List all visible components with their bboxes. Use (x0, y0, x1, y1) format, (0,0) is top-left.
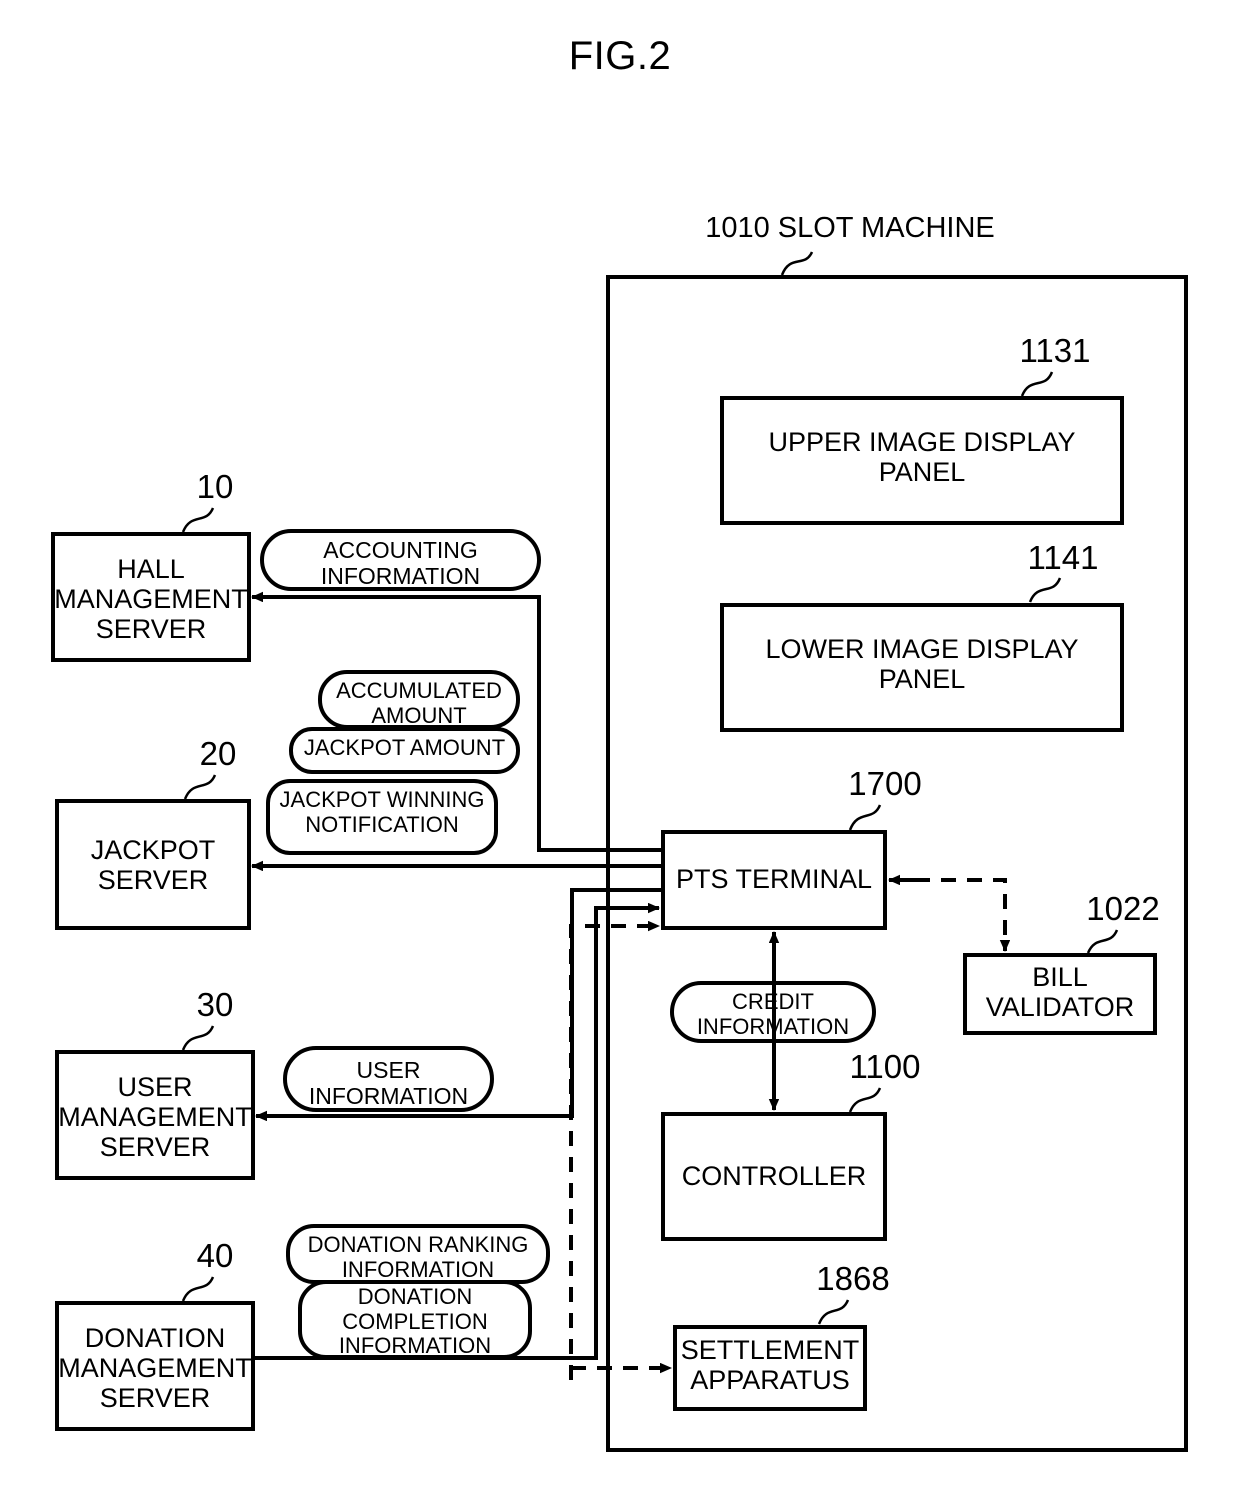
leader-slot-machine (780, 251, 814, 276)
pts-terminal-box (661, 830, 887, 930)
flow-settlement-to-pts (569, 920, 660, 1380)
controller-box (661, 1112, 887, 1241)
leader-10 (181, 507, 215, 533)
hall-management-server-box (51, 532, 251, 662)
leader-1868 (817, 1299, 850, 1325)
leader-30 (181, 1025, 215, 1051)
leader-1022 (1086, 929, 1119, 954)
user-information-pill (283, 1046, 494, 1112)
jackpot-winning-notification-pill (266, 779, 498, 855)
diagram-canvas (51, 251, 1188, 1452)
donation-completion-information-pill (298, 1280, 532, 1359)
leader-1131 (1020, 371, 1054, 397)
bill-validator-box (963, 953, 1157, 1035)
slot-machine-enclosure (606, 275, 1188, 1452)
donation-ranking-information-pill (286, 1224, 550, 1284)
accounting-information-pill (260, 529, 541, 591)
patent-figure: FIG.2 1010 SLOT MACHINE UPPER IMAGE DISP… (0, 0, 1240, 1510)
leader-1100 (848, 1087, 882, 1113)
user-management-server-box (55, 1050, 255, 1180)
jackpot-server-box (55, 799, 251, 930)
leader-20 (183, 774, 217, 800)
lower-image-display-panel-box (720, 603, 1124, 732)
leader-1700 (848, 804, 882, 831)
jackpot-amount-pill (289, 727, 520, 774)
leader-40 (181, 1276, 215, 1302)
leader-1141 (1028, 577, 1062, 603)
accumulated-amount-pill (318, 670, 520, 729)
donation-management-server-box (55, 1301, 255, 1431)
upper-image-display-panel-box (720, 396, 1124, 525)
settlement-apparatus-box (673, 1325, 867, 1411)
flow-pts-to-bill-validator (889, 878, 1011, 952)
